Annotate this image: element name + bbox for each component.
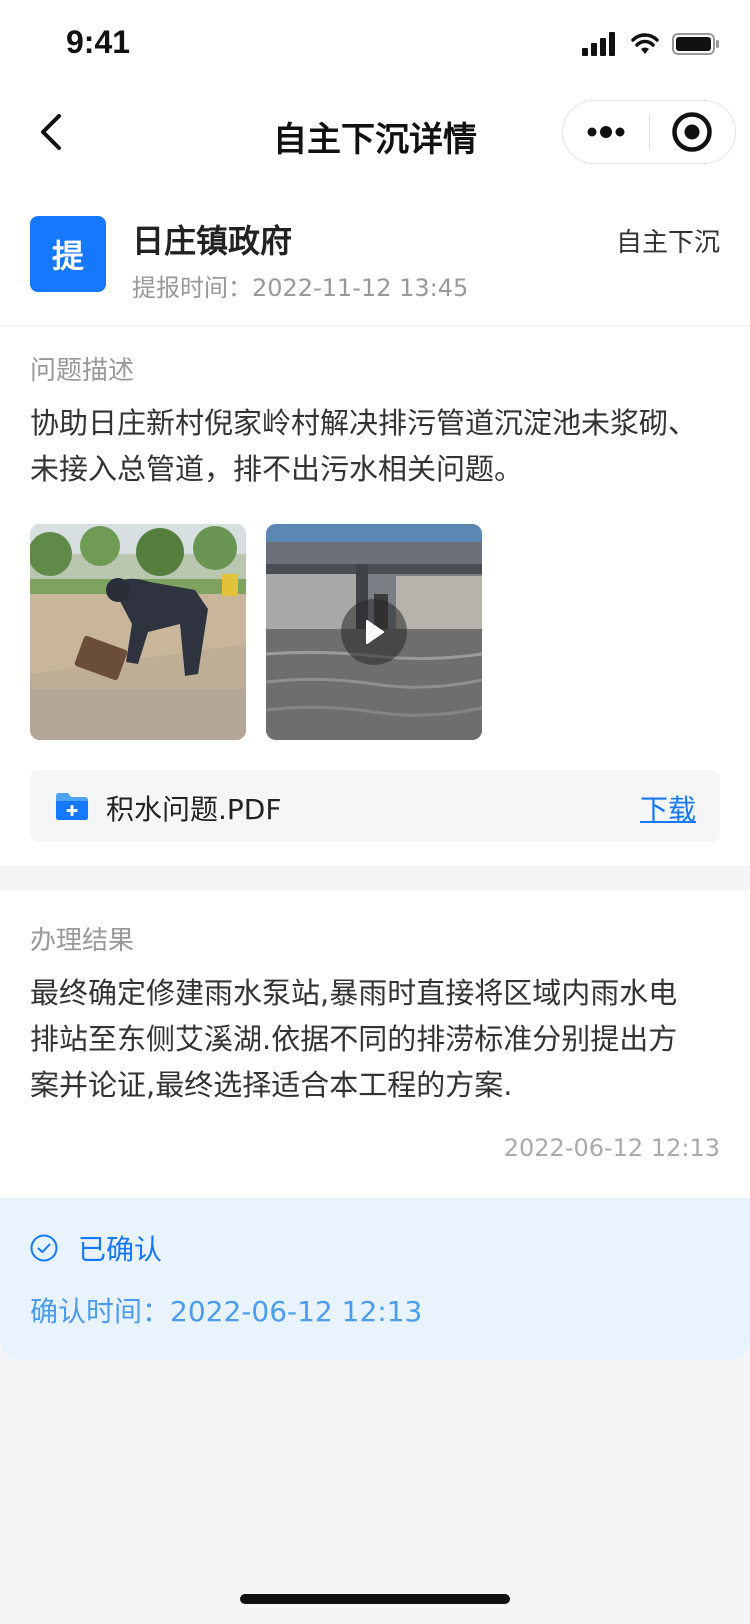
status-time: 9:41 — [66, 24, 131, 60]
video-thumbnail[interactable] — [266, 524, 482, 740]
confirm-status: 已确认 — [78, 1233, 163, 1266]
nav-bar: 自主下沉详情 — [0, 88, 750, 176]
problem-section-title: 问题描述 — [30, 356, 135, 386]
more-icon — [587, 126, 625, 138]
problem-description-line: 未接入总管道，排不出污水相关问题。 — [30, 452, 524, 486]
signal-icon — [582, 32, 615, 56]
folder-add-icon — [56, 793, 88, 820]
confirmation-box: 已确认 确认时间：2022-06-12 12:13 — [0, 1198, 750, 1360]
attachment-row: 积水问题.PDF 下载 — [30, 770, 720, 842]
status-bar: 9:41 — [0, 0, 750, 88]
confirm-time: 确认时间：2022-06-12 12:13 — [30, 1290, 422, 1330]
submitter-header: 提 日庄镇政府 提报时间：2022-11-12 13:45 自主下沉 — [0, 176, 750, 326]
close-miniprogram-button[interactable] — [650, 100, 736, 164]
submit-time-value: 2022-11-12 13:45 — [252, 274, 469, 302]
confirm-time-value: 2022-06-12 12:13 — [170, 1295, 423, 1328]
play-icon — [366, 620, 384, 644]
flood-photo-image — [30, 524, 246, 740]
miniprogram-capsule — [562, 100, 736, 164]
avatar: 提 — [30, 216, 106, 292]
submit-time-label: 提报时间： — [132, 274, 252, 302]
status-icons — [582, 30, 720, 58]
result-time: 2022-06-12 12:13 — [503, 1134, 720, 1162]
problem-description: 协助日庄新村倪家岭村解决排污管道沉淀池未浆砌、 未接入总管道，排不出污水相关问题… — [30, 400, 720, 492]
download-link[interactable]: 下载 — [640, 788, 696, 828]
photo-thumbnail[interactable] — [30, 524, 246, 740]
target-icon — [672, 112, 712, 152]
attachment-file-name: 积水问题.PDF — [106, 793, 282, 826]
home-indicator — [240, 1594, 510, 1604]
result-description-line: 排站至东侧艾溪湖.依据不同的排涝标准分别提出方 — [30, 1022, 678, 1056]
submit-time: 提报时间：2022-11-12 13:45 — [132, 268, 468, 303]
confirm-time-label: 确认时间： — [30, 1295, 171, 1328]
org-name: 日庄镇政府 — [132, 222, 293, 260]
result-description-line: 最终确定修建雨水泵站,暴雨时直接将区域内雨水电 — [30, 976, 678, 1010]
result-description: 最终确定修建雨水泵站,暴雨时直接将区域内雨水电 排站至东侧艾溪湖.依据不同的排涝… — [30, 970, 720, 1108]
battery-icon — [672, 33, 719, 55]
wifi-icon — [631, 33, 659, 54]
result-description-line: 案并论证,最终选择适合本工程的方案. — [30, 1068, 513, 1102]
problem-description-line: 协助日庄新村倪家岭村解决排污管道沉淀池未浆砌、 — [30, 406, 698, 440]
problem-section: 问题描述 协助日庄新村倪家岭村解决排污管道沉淀池未浆砌、 未接入总管道，排不出污… — [0, 326, 750, 866]
more-button[interactable] — [563, 100, 649, 164]
result-section-title: 办理结果 — [30, 926, 135, 956]
result-section: 办理结果 最终确定修建雨水泵站,暴雨时直接将区域内雨水电 排站至东侧艾溪湖.依据… — [0, 890, 750, 1198]
play-button[interactable] — [341, 599, 407, 665]
check-circle-icon — [30, 1234, 58, 1262]
type-tag: 自主下沉 — [615, 228, 720, 258]
